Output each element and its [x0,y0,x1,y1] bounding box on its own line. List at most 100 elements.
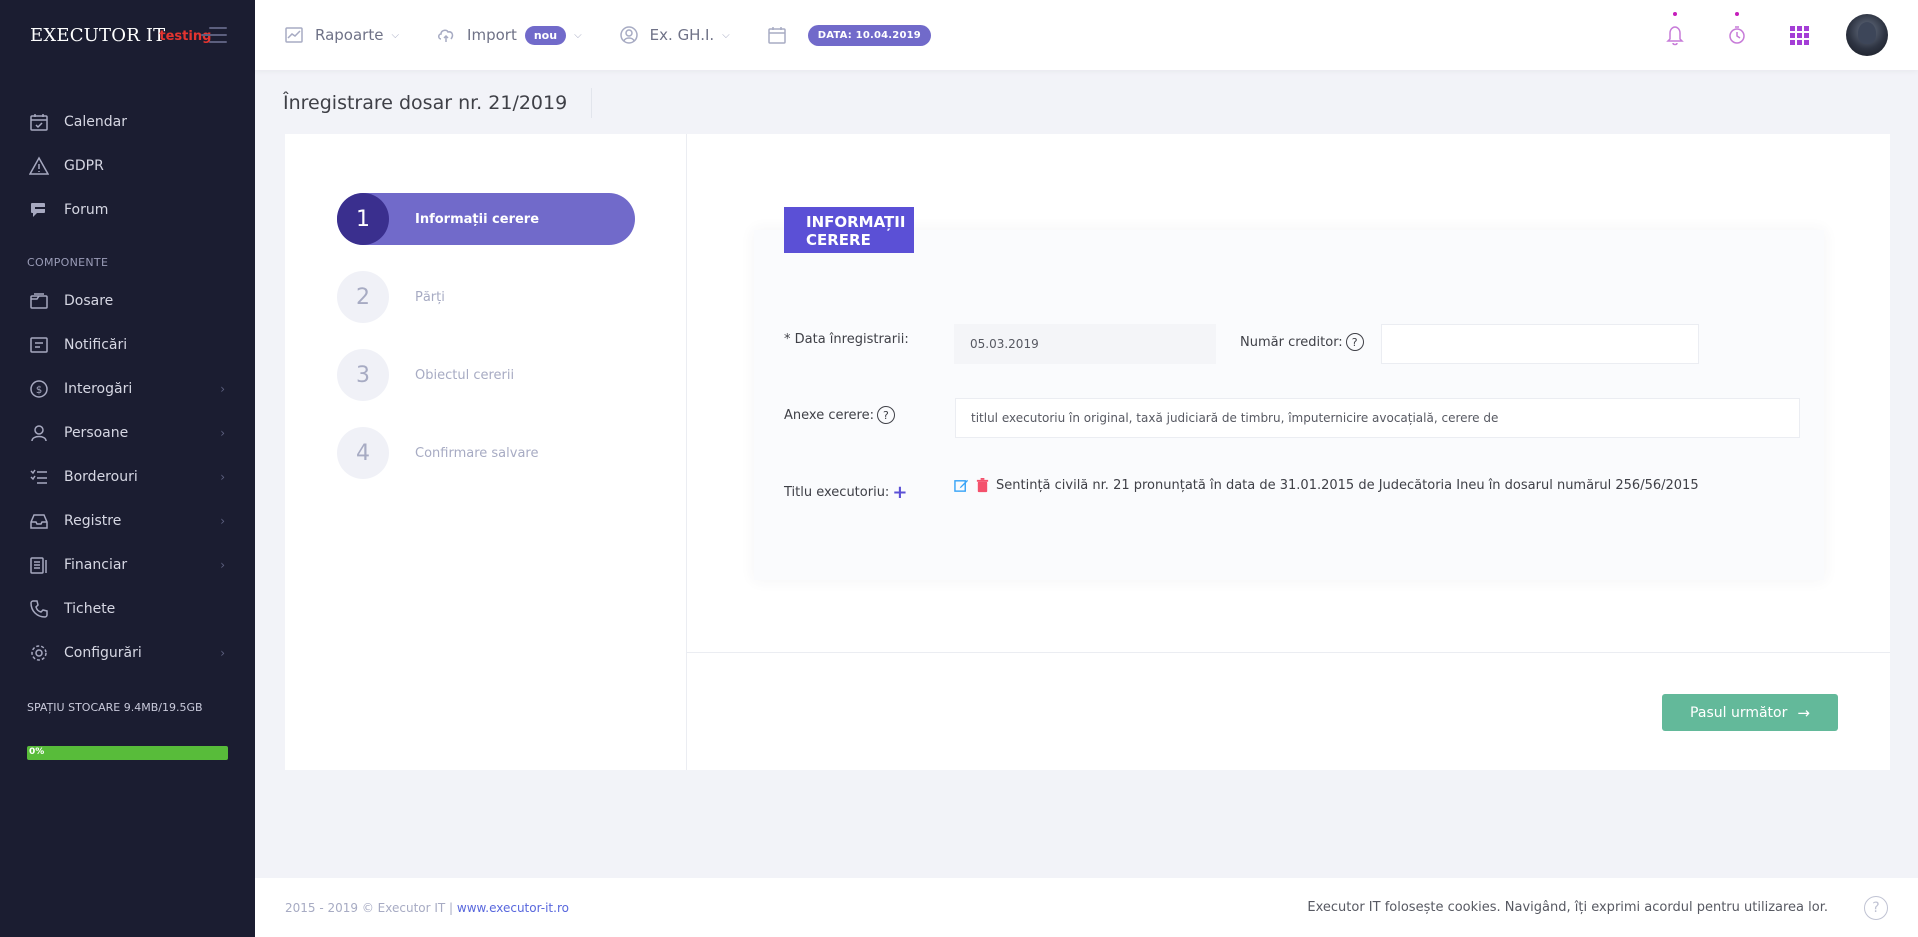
numar-creditor-label: Număr creditor: [1240,334,1343,350]
notification-dot [1735,12,1739,16]
sidebar-top-menu: Calendar GDPR Forum [0,100,255,232]
sidebar-item-configurari[interactable]: Configurări › [0,631,255,675]
calendar-icon [28,111,50,133]
sidebar-item-label: Calendar [64,114,127,130]
delete-icon[interactable] [975,478,990,493]
chevron-right-icon: › [220,514,225,528]
titlu-label: Titlu executoriu: [784,485,890,500]
step-number: 4 [337,427,389,479]
data-inregistrare-label: * Data înregistrarii: [784,332,909,347]
nav-import[interactable]: Import nou ⌵ [437,25,582,45]
nav-rapoarte[interactable]: Rapoarte ⌵ [285,26,399,44]
help-icon[interactable]: ? [876,406,895,424]
footer: 2015 - 2019 © Executor IT | www.executor… [255,878,1918,937]
sidebar-item-label: Registre [64,513,122,529]
sidebar-item-financiar[interactable]: Financiar › [0,543,255,587]
sidebar-item-registre[interactable]: Registre › [0,499,255,543]
phone-icon [28,598,50,620]
gear-icon [28,642,50,664]
data-inregistrare-input[interactable]: 05.03.2019 [954,324,1216,364]
titlu-text: Sentință civilă nr. 21 pronunțată în dat… [996,478,1699,493]
sidebar-menu: Dosare Notificări $ Interogări › Persoan… [0,279,255,675]
copyright-text: 2015 - 2019 © Executor IT | [285,900,457,915]
quick-actions-button[interactable] [1716,12,1758,56]
wizard-step-1[interactable]: 1 Informații cerere [337,193,635,245]
page-title: Înregistrare dosar nr. 21/2019 [283,88,593,118]
nav-label: Ex. GH.I. [649,26,715,44]
cookie-notice: Executor IT folosește cookies. Navigând,… [1307,900,1828,915]
sidebar-item-borderouri[interactable]: Borderouri › [0,455,255,499]
sidebar-item-persoane[interactable]: Persoane › [0,411,255,455]
chevron-down-icon: ⌵ [722,29,730,41]
next-step-label: Pasul următor [1690,704,1788,721]
anexe-row: Anexe cerere: ? [784,406,895,424]
brand: EXECUTOR IT testing [0,0,255,70]
titlu-item: Sentință civilă nr. 21 pronunțată în dat… [954,478,1699,493]
sidebar-item-forum[interactable]: Forum [0,188,255,232]
help-icon[interactable]: ? [1864,895,1888,920]
chevron-right-icon: › [220,646,225,660]
step-number: 1 [337,193,389,245]
titlu-row: Titlu executoriu: + [784,482,907,503]
chevron-down-icon: ⌵ [391,29,400,41]
storage-label: SPAȚIU STOCARE 9.4MB/19.5GB [27,701,203,714]
numar-creditor-input[interactable] [1381,324,1699,364]
help-icon[interactable]: ? [1345,333,1364,351]
notification-dot [1673,12,1677,16]
step-label: Obiectul cererii [415,367,515,383]
nav-executor[interactable]: Ex. GH.I. ⌵ [619,26,730,44]
footer-copyright: 2015 - 2019 © Executor IT | www.executor… [285,901,569,915]
portlet-heading: INFORMAȚII CERERE [784,207,914,253]
subheader: Înregistrare dosar nr. 21/2019 [283,88,593,118]
sidebar-item-dosare[interactable]: Dosare [0,279,255,323]
storage-percent: 0% [29,747,45,757]
date-badge: DATA: 10.04.2019 [807,24,931,46]
sidebar-item-tichete[interactable]: Tichete [0,587,255,631]
cloud-upload-icon [437,26,455,44]
anexe-label: Anexe cerere: [784,407,874,423]
sidebar-item-interogari[interactable]: $ Interogări › [0,367,255,411]
query-icon: $ [28,378,50,400]
data-inregistrare-row: * Data înregistrarii: [784,332,909,347]
sidebar-item-calendar[interactable]: Calendar [0,100,255,144]
wizard-step-4[interactable]: 4 Confirmare salvare [337,427,635,479]
sidebar-item-label: Persoane [64,425,129,441]
add-titlu-icon[interactable]: + [892,482,907,503]
arrow-right-icon: → [1797,703,1810,722]
step-label: Părți [415,289,445,305]
next-step-button[interactable]: Pasul următor → [1662,694,1838,731]
numar-creditor-row: Număr creditor: ? [1240,333,1364,351]
svg-text:$: $ [36,385,42,396]
sidebar-item-notificari[interactable]: Notificări [0,323,255,367]
chevron-down-icon: ⌵ [574,29,582,41]
sidebar-item-label: Dosare [64,293,114,309]
sidebar-item-label: Financiar [64,557,128,573]
new-badge: nou [524,25,567,45]
anexe-input[interactable]: titlul executoriu în original, taxă judi… [955,398,1800,438]
bell-icon [1666,26,1684,46]
step-label: Confirmare salvare [415,445,539,461]
calendar-icon [768,26,786,44]
wizard-steps: 1 Informații cerere 2 Părți 3 Obiectul c… [285,134,687,770]
edit-icon[interactable] [954,478,969,493]
apps-button[interactable] [1778,14,1820,56]
brand-logo[interactable]: EXECUTOR IT [30,25,165,46]
nav-label: Rapoarte [315,26,384,44]
sidebar-section-title: COMPONENTE [27,256,109,269]
heading-line-1: INFORMAȚII [806,213,906,231]
nav-date[interactable]: DATA: 10.04.2019 [768,24,931,46]
sidebar-item-label: Notificări [64,337,128,353]
storage-progress-bar: 0% [27,746,228,760]
step-number: 2 [337,271,389,323]
wizard-step-2[interactable]: 2 Părți [337,271,635,323]
wizard-step-3[interactable]: 3 Obiectul cererii [337,349,635,401]
user-avatar[interactable] [1846,14,1888,56]
footer-link[interactable]: www.executor-it.ro [457,901,569,915]
step-number: 3 [337,349,389,401]
notifications-button[interactable] [1654,12,1696,56]
sidebar-item-gdpr[interactable]: GDPR [0,144,255,188]
chat-icon [28,199,50,221]
menu-toggle-icon[interactable] [201,27,227,43]
info-portlet: INFORMAȚII CERERE * Data înregistrarii: … [754,207,1824,580]
header-tools [1634,12,1888,56]
